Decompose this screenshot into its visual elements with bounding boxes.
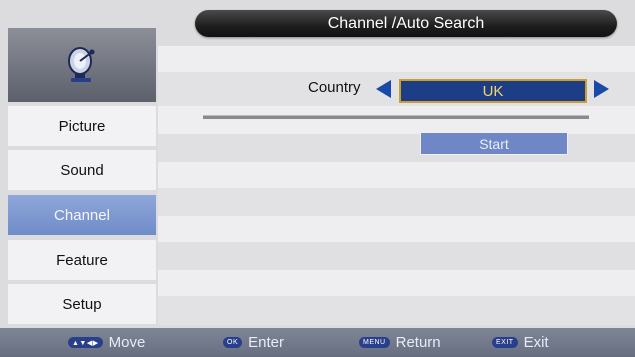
sidebar-item-feature[interactable]: Feature bbox=[8, 240, 156, 280]
satellite-dish-icon bbox=[68, 47, 95, 82]
sidebar-item-picture[interactable]: Picture bbox=[8, 106, 156, 146]
sidebar: Picture Sound Channel Feature Setup bbox=[8, 28, 156, 325]
hint-move-label: Move bbox=[108, 334, 146, 351]
start-button-label: Start bbox=[479, 135, 509, 152]
panel-row bbox=[158, 188, 635, 216]
hint-enter-label: Enter bbox=[248, 334, 284, 351]
hint-bar: ▲▼◀▶ Move OK Enter MENU Return EXIT Exit bbox=[0, 328, 635, 357]
arrow-left-icon[interactable] bbox=[376, 80, 391, 98]
ok-key-icon: OK bbox=[223, 337, 243, 348]
country-selector[interactable]: UK bbox=[399, 79, 587, 103]
divider bbox=[203, 115, 589, 119]
panel-row bbox=[158, 216, 635, 242]
sidebar-item-sound[interactable]: Sound bbox=[8, 150, 156, 190]
hint-exit-label: Exit bbox=[523, 334, 549, 351]
sidebar-item-label: Picture bbox=[58, 117, 106, 135]
exit-key-icon: EXIT bbox=[492, 337, 518, 348]
hint-enter: OK Enter bbox=[223, 334, 284, 351]
sidebar-item-label: Sound bbox=[60, 161, 104, 179]
country-value: UK bbox=[482, 82, 504, 100]
sidebar-item-channel[interactable]: Channel bbox=[8, 195, 156, 235]
arrow-right-icon[interactable] bbox=[594, 80, 609, 98]
country-label: Country bbox=[308, 79, 361, 96]
panel-row bbox=[158, 106, 635, 134]
panel-row bbox=[158, 270, 635, 296]
panel-row bbox=[158, 296, 635, 325]
hint-return: MENU Return bbox=[359, 334, 441, 351]
panel-row bbox=[158, 162, 635, 188]
hint-exit: EXIT Exit bbox=[492, 334, 549, 351]
panel-row bbox=[158, 46, 635, 72]
sidebar-item-setup[interactable]: Setup bbox=[8, 284, 156, 324]
sidebar-item-label: Setup bbox=[62, 295, 102, 313]
start-button[interactable]: Start bbox=[420, 132, 568, 155]
sidebar-header bbox=[8, 28, 156, 102]
hint-move: ▲▼◀▶ Move bbox=[68, 334, 145, 351]
menu-key-icon: MENU bbox=[359, 337, 390, 348]
panel-row bbox=[158, 242, 635, 270]
content-panel bbox=[158, 28, 635, 325]
tv-menu-screen: Channel /Auto Search Picture Sound Chann… bbox=[0, 0, 635, 357]
hint-return-label: Return bbox=[395, 334, 441, 351]
arrow-keys-icon: ▲▼◀▶ bbox=[68, 337, 103, 348]
sidebar-item-label: Channel bbox=[54, 206, 110, 224]
sidebar-item-label: Feature bbox=[56, 251, 108, 269]
